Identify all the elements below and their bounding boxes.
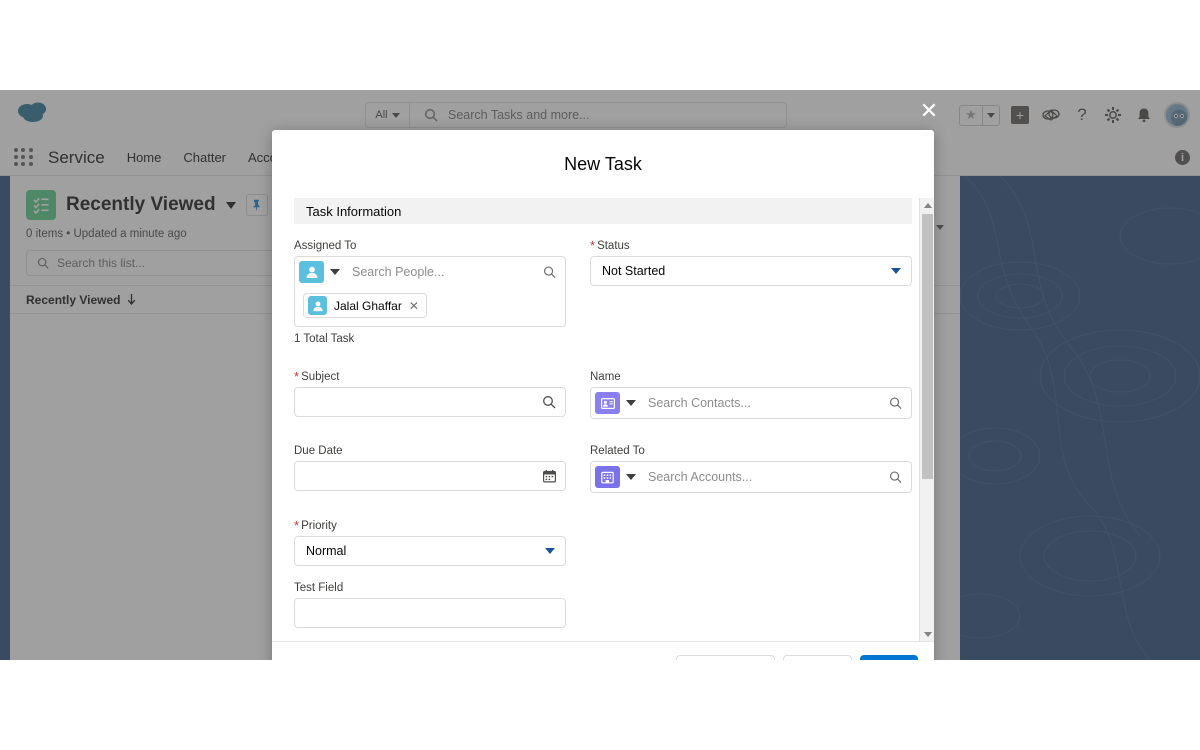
assigned-to-input-row[interactable]: Search People... [295,257,565,287]
section-header-task-information: Task Information [294,198,912,224]
field-due-date: Due Date [294,445,566,493]
priority-select[interactable]: Normal [294,536,566,566]
subject-input[interactable] [294,387,566,417]
field-label: * Subject [294,369,566,384]
search-icon[interactable] [889,471,902,484]
task-form-grid: Assigned To Search People... Jalal Ghaff… [294,224,912,641]
form-spacer-2 [590,582,912,641]
priority-value: Normal [306,544,347,558]
field-related-to: Related To Search Accounts... [590,445,912,493]
field-test-field: Test Field [294,582,566,628]
priority-label: Priority [301,520,337,532]
assigned-to-input[interactable]: Search People... [352,265,444,279]
modal-scroll-area: Task Information Assigned To Search Peop… [272,198,934,641]
field-label: * Priority [294,518,566,533]
name-input[interactable]: Search Contacts... [648,396,751,410]
field-priority: * Priority Normal [294,518,566,566]
chevron-down-icon[interactable] [626,400,636,406]
name-lookup[interactable]: Search Contacts... [590,387,912,419]
modal-footer: Save & New Cancel Save [272,641,934,660]
related-to-input[interactable]: Search Accounts... [648,470,752,484]
status-label: Status [597,240,630,252]
related-to-lookup[interactable]: Search Accounts... [590,461,912,493]
cancel-button[interactable]: Cancel [782,654,852,660]
assigned-to-pill-area: Jalal Ghaffar ✕ [295,287,565,326]
due-date-input[interactable] [294,461,566,491]
name-label: Name [590,371,621,383]
subject-label: Subject [301,371,340,383]
search-icon[interactable] [542,395,556,409]
scrollbar-thumb[interactable] [922,214,933,479]
field-label: * Status [590,238,912,253]
field-label: Due Date [294,445,566,457]
chevron-down-icon[interactable] [626,474,636,480]
related-to-input-row[interactable]: Search Accounts... [591,462,911,492]
scroll-down-arrow-icon[interactable] [920,627,934,641]
close-icon[interactable]: ✕ [916,98,942,124]
required-indicator: * [590,238,596,253]
required-indicator: * [294,518,300,533]
field-status: * Status Not Started [590,238,912,345]
close-icon[interactable]: ✕ [409,300,419,312]
search-icon[interactable] [889,397,902,410]
status-value: Not Started [602,264,666,278]
field-label: Test Field [294,582,566,594]
field-subject: * Subject [294,369,566,419]
contact-lookup-icon[interactable] [595,392,620,414]
account-lookup-icon[interactable] [595,466,620,488]
field-label: Name [590,371,912,383]
assigned-to-pill[interactable]: Jalal Ghaffar ✕ [303,293,427,318]
assigned-to-pill-label: Jalal Ghaffar [334,298,402,313]
status-select[interactable]: Not Started [590,256,912,286]
field-name: Name Search Contacts... [590,371,912,419]
user-avatar-icon [308,296,327,315]
due-date-label: Due Date [294,445,343,457]
section-title: Task Information [306,203,402,219]
modal-title: New Task [564,153,642,174]
user-lookup-icon[interactable] [299,261,324,283]
chevron-down-icon[interactable] [330,269,340,275]
test-field-input[interactable] [294,598,566,628]
field-assigned-to: Assigned To Search People... Jalal Ghaff… [294,240,566,345]
field-label: Assigned To [294,240,566,252]
assigned-to-lookup[interactable]: Search People... Jalal Ghaffar ✕ [294,256,566,327]
modal-scrollbar[interactable] [919,198,934,641]
assigned-to-label: Assigned To [294,240,357,252]
scroll-up-arrow-icon[interactable] [920,198,934,212]
test-field-label: Test Field [294,582,344,594]
save-and-new-button[interactable]: Save & New [675,654,775,660]
new-task-modal: ✕ New Task Task Information Assigned To [272,100,938,660]
name-input-row[interactable]: Search Contacts... [591,388,911,418]
save-button[interactable]: Save [859,654,918,660]
form-spacer [590,509,912,582]
assigned-to-helper-text: 1 Total Task [294,333,355,345]
search-icon[interactable] [543,266,556,279]
field-label: Related To [590,445,912,457]
related-to-label: Related To [590,445,645,457]
chevron-down-icon [545,548,555,554]
calendar-icon[interactable] [543,469,556,483]
chevron-down-icon [891,268,901,274]
required-indicator: * [294,369,300,384]
app-viewport: All Search Tasks and more... ★ + [0,90,1200,660]
